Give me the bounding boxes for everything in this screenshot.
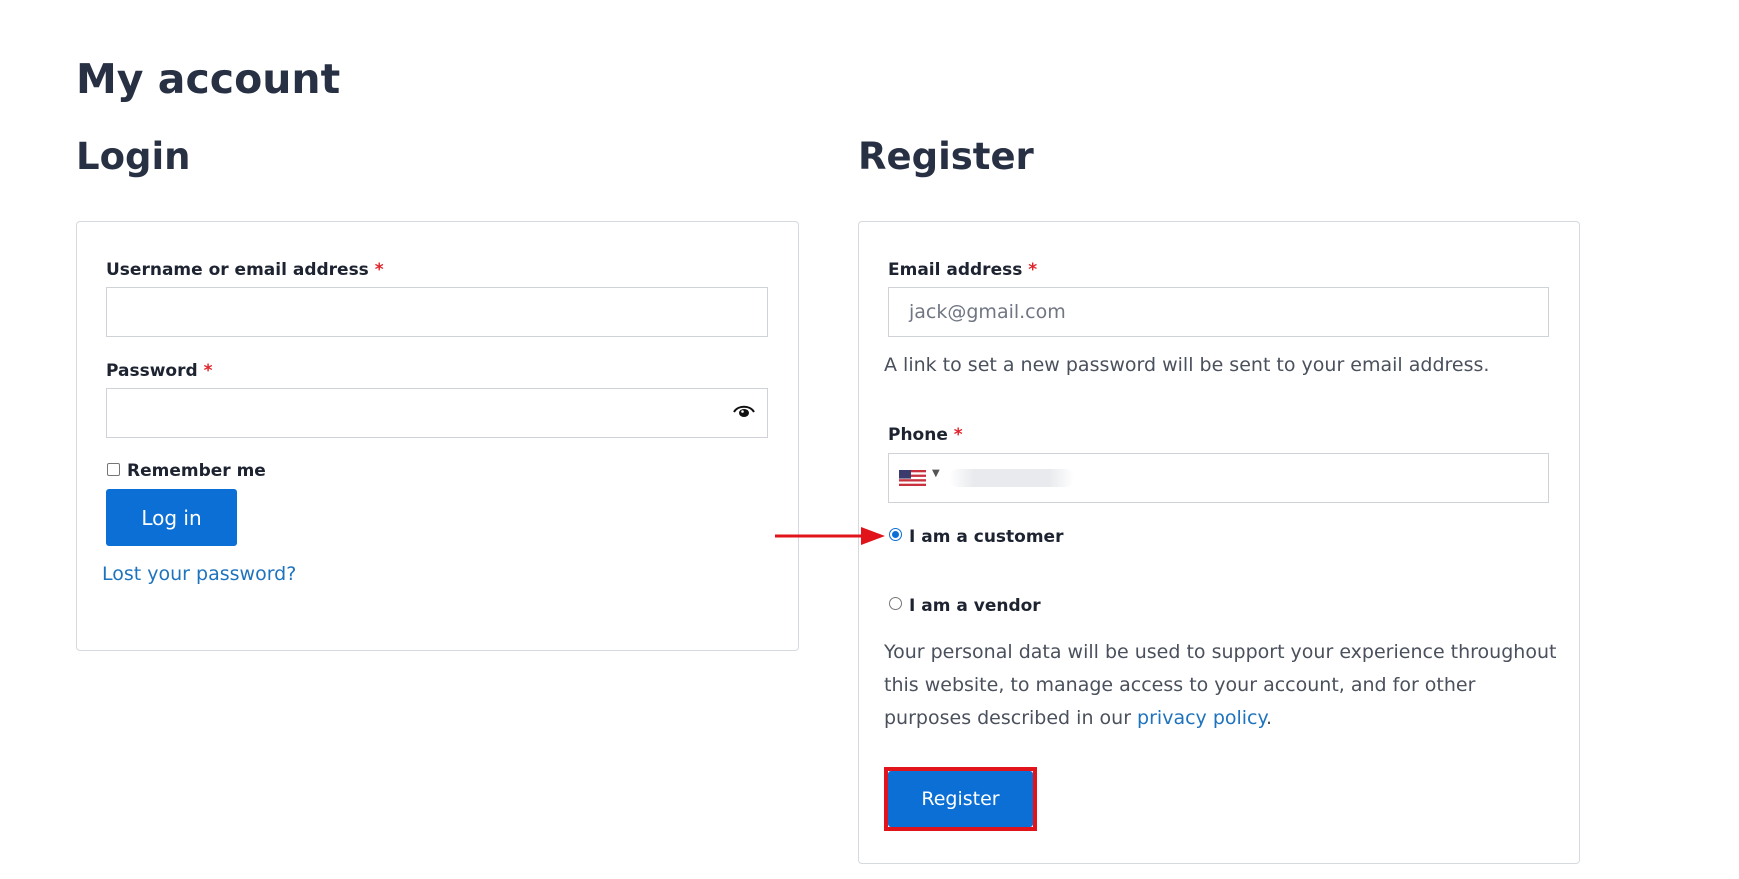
- annotation-arrow-icon: [775, 527, 885, 545]
- show-password-eye-icon[interactable]: [733, 404, 755, 424]
- vendor-radio[interactable]: [889, 597, 902, 610]
- login-heading: Login: [76, 135, 191, 178]
- us-flag-icon: [899, 470, 926, 490]
- customer-radio-label: I am a customer: [909, 527, 1064, 547]
- email-hint: A link to set a new password will be sen…: [884, 354, 1490, 376]
- required-marker: *: [1028, 260, 1038, 280]
- page-title: My account: [76, 55, 341, 103]
- phone-label: Phone *: [888, 425, 963, 445]
- email-input[interactable]: jack@gmail.com: [888, 287, 1549, 337]
- password-input[interactable]: [106, 388, 768, 438]
- privacy-notice: Your personal data will be used to suppo…: [884, 641, 1557, 729]
- phone-number-redacted: [949, 469, 1074, 487]
- phone-input[interactable]: ▼: [888, 453, 1549, 503]
- required-marker: *: [203, 361, 213, 381]
- remember-me-checkbox[interactable]: [107, 463, 120, 476]
- vendor-radio-label: I am a vendor: [909, 596, 1041, 616]
- login-button[interactable]: Log in: [106, 489, 237, 546]
- required-marker: *: [374, 260, 384, 280]
- email-label: Email address *: [888, 260, 1038, 280]
- remember-me-label: Remember me: [127, 461, 266, 481]
- lost-password-link[interactable]: Lost your password?: [102, 563, 296, 585]
- required-marker: *: [953, 425, 963, 445]
- password-label: Password *: [106, 361, 213, 381]
- chevron-down-icon: ▼: [932, 468, 940, 479]
- username-input[interactable]: [106, 287, 768, 337]
- register-heading: Register: [858, 135, 1034, 178]
- register-button[interactable]: Register: [888, 771, 1033, 827]
- privacy-policy-link[interactable]: privacy policy: [1137, 707, 1266, 729]
- customer-radio[interactable]: [889, 528, 902, 541]
- username-label: Username or email address *: [106, 260, 384, 280]
